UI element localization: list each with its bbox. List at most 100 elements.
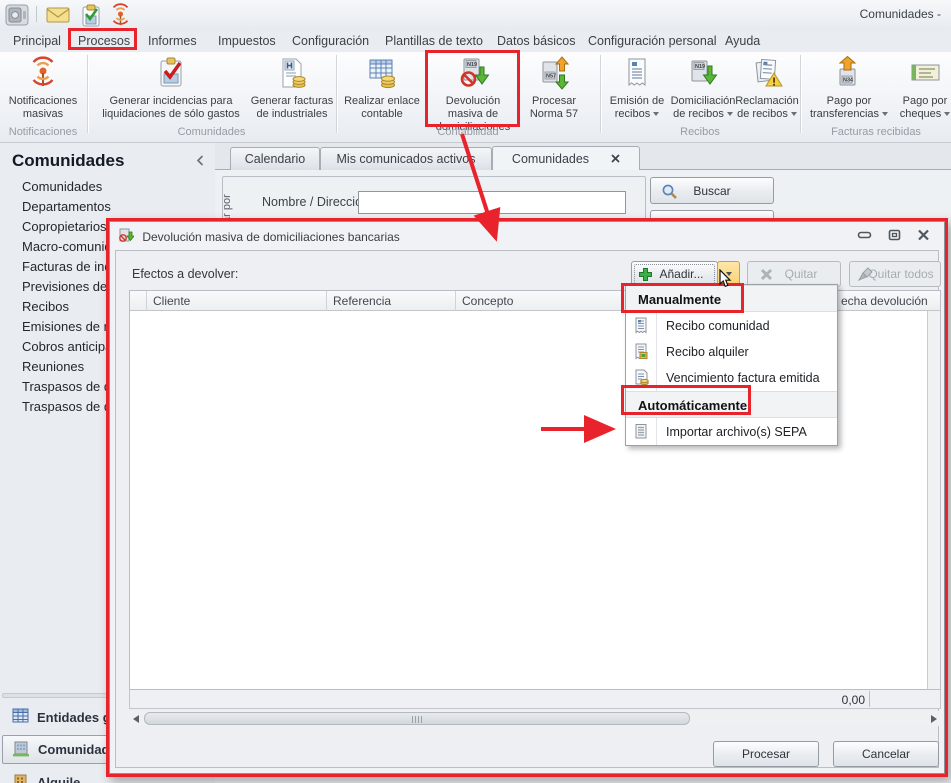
- n57-arrows-icon: N57: [537, 56, 571, 93]
- column-header-referencia[interactable]: Referencia: [327, 291, 456, 311]
- horizontal-scrollbar[interactable]: [130, 711, 940, 726]
- menu-item-procesos[interactable]: Procesos: [74, 32, 134, 50]
- maximize-icon[interactable]: [888, 229, 901, 244]
- sidebar-title: Comunidades: [12, 151, 125, 170]
- menu-bar: Principal Procesos Informes Impuestos Co…: [0, 30, 951, 52]
- dialog-title-bar[interactable]: Devolución masiva de domiciliaciones ban…: [118, 228, 400, 247]
- menu-item-configuracion[interactable]: Configuración: [288, 32, 373, 50]
- vertical-scrollbar[interactable]: [927, 311, 940, 689]
- menu-item-ayuda[interactable]: Ayuda: [721, 32, 764, 50]
- app-icon[interactable]: [5, 4, 29, 29]
- collapse-chevron-icon[interactable]: [196, 155, 204, 169]
- ribbon-button-enlace-contable[interactable]: Realizar enlace contable: [340, 54, 424, 121]
- focus-rect: [634, 264, 715, 284]
- cancelar-button[interactable]: Cancelar: [833, 741, 939, 767]
- menu-item-vencimiento-factura[interactable]: Vencimiento factura emitida: [626, 365, 837, 391]
- cheque-icon: [908, 56, 942, 93]
- document-small-icon: [633, 423, 649, 443]
- n19-down-icon: N19: [686, 56, 720, 93]
- mail-icon[interactable]: [46, 7, 70, 26]
- column-header-concepto[interactable]: Concepto: [456, 291, 631, 311]
- sidebar-item-reuniones[interactable]: Reuniones: [22, 359, 84, 374]
- menu-item-impuestos[interactable]: Impuestos: [214, 32, 280, 50]
- broadcast-icon[interactable]: [108, 3, 133, 31]
- ribbon-button-generar-incidencias[interactable]: Generar incidencias para liquidaciones d…: [92, 54, 250, 121]
- ribbon-button-label: Pago por cheques: [899, 95, 948, 120]
- scroll-right-icon[interactable]: [931, 715, 937, 723]
- menu-item-datos-basicos[interactable]: Datos básicos: [493, 32, 580, 50]
- svg-text:N19: N19: [695, 64, 705, 70]
- total-divider: [869, 691, 870, 707]
- minimize-icon[interactable]: [857, 229, 872, 244]
- buscar-button[interactable]: Buscar: [650, 177, 774, 204]
- ribbon-button-pago-cheques[interactable]: Pago por cheques: [896, 54, 951, 121]
- ribbon-button-label: Emisión de recibos: [609, 95, 665, 120]
- ribbon-button-generar-facturas[interactable]: Generar facturas de industriales: [250, 54, 334, 121]
- total-row: 0,00: [129, 690, 941, 709]
- search-icon: [661, 183, 678, 203]
- total-value: 0,00: [841, 693, 865, 707]
- row-indicator-column[interactable]: [130, 291, 147, 311]
- column-header-cliente[interactable]: Cliente: [147, 291, 327, 311]
- name-address-input[interactable]: [358, 191, 626, 214]
- sidebar-item-comunidades[interactable]: Comunidades: [22, 179, 102, 194]
- menu-item-config-personal[interactable]: Configuración personal: [584, 32, 721, 50]
- menu-item-importar-sepa[interactable]: Importar archivo(s) SEPA: [626, 419, 837, 445]
- ribbon-group-divider: [600, 55, 601, 133]
- receipt-small-icon: [633, 317, 649, 337]
- tab-comunidades[interactable]: Comunidades: [492, 146, 640, 170]
- ribbon-group-label: Recibos: [680, 126, 720, 138]
- buscar-label: Buscar: [693, 183, 731, 198]
- quitar-todos-label: Quitar todos: [868, 267, 934, 281]
- menu-header-automaticamente: Automáticamente: [626, 391, 837, 418]
- tasks-icon[interactable]: [80, 4, 102, 30]
- tab-mis-comunicados[interactable]: Mis comunicados activos: [320, 147, 492, 170]
- ribbon-button-label: Realizar enlace contable: [344, 95, 420, 120]
- scroll-left-icon[interactable]: [133, 715, 139, 723]
- scrollbar-thumb[interactable]: [144, 712, 690, 725]
- ribbon-button-label: Notificaciones masivas: [8, 95, 78, 120]
- rotated-filter-label: ar por: [221, 194, 233, 223]
- ribbon-button-notificaciones-masivas[interactable]: Notificaciones masivas: [1, 54, 85, 121]
- close-icon[interactable]: [917, 229, 930, 244]
- chevron-down-icon: [726, 112, 733, 117]
- application-window: Comunidades - Principal Procesos Informe…: [0, 0, 951, 783]
- n34-up-icon: N34: [832, 55, 866, 93]
- name-address-label: Nombre / Dirección:: [262, 195, 373, 209]
- ribbon-group-divider: [336, 55, 337, 133]
- sidebar-item-recibos[interactable]: Recibos: [22, 299, 69, 314]
- ribbon-group-label: Facturas recibidas: [831, 126, 921, 138]
- remove-x-icon: [760, 268, 773, 284]
- window-context-label: Comunidades -: [859, 7, 941, 21]
- ribbon-button-label: Generar incidencias para liquidaciones d…: [102, 95, 240, 120]
- title-bar: Comunidades -: [0, 0, 951, 30]
- tab-calendario[interactable]: Calendario: [230, 147, 320, 170]
- close-tab-icon[interactable]: [611, 152, 620, 166]
- ribbon-button-devolucion-masiva[interactable]: N19 Devolución masiva de domiciliaciones: [428, 54, 518, 134]
- menu-item-recibo-comunidad[interactable]: Recibo comunidad: [626, 313, 837, 339]
- menu-item-recibo-alquiler[interactable]: Recibo alquiler: [626, 339, 837, 365]
- anadir-dropdown-menu: Manualmente Recibo comunidad Recibo alqu…: [625, 284, 838, 446]
- ribbon-button-procesar-norma57[interactable]: N57 Procesar Norma 57: [522, 54, 586, 121]
- dialog-icon: [118, 228, 135, 247]
- docs-warning-icon: [750, 56, 784, 93]
- ribbon-button-pago-transferencias[interactable]: N34 Pago por transferencias: [806, 54, 892, 121]
- sidebar-item-departamentos[interactable]: Departamentos: [22, 199, 111, 214]
- building-orange-icon: [12, 773, 29, 783]
- menu-item-label: Importar archivo(s) SEPA: [666, 425, 807, 439]
- menu-item-plantillas[interactable]: Plantillas de texto: [381, 32, 487, 50]
- ribbon-button-reclamacion-recibos[interactable]: Reclamación de recibos: [735, 54, 799, 121]
- quitar-todos-button[interactable]: Quitar todos: [849, 261, 941, 287]
- invoice-coins-small-icon: [633, 369, 649, 389]
- ribbon-button-domiciliacion-recibos[interactable]: N19 Domiciliación de recibos: [670, 54, 736, 121]
- ribbon-button-label: Procesar Norma 57: [529, 95, 579, 120]
- effects-label: Efectos a devolver:: [132, 267, 239, 281]
- procesar-button[interactable]: Procesar: [713, 741, 819, 767]
- ribbon-button-label: Reclamación de recibos: [735, 95, 799, 120]
- column-header-fecha-devolucion[interactable]: echa devolución: [835, 291, 929, 311]
- ribbon-button-emision-recibos[interactable]: Emisión de recibos: [604, 54, 670, 121]
- ribbon-group-label: Notificaciones: [8, 126, 78, 138]
- menu-item-principal[interactable]: Principal: [9, 32, 65, 50]
- menu-header-manualmente: Manualmente: [626, 285, 837, 312]
- menu-item-informes[interactable]: Informes: [144, 32, 201, 50]
